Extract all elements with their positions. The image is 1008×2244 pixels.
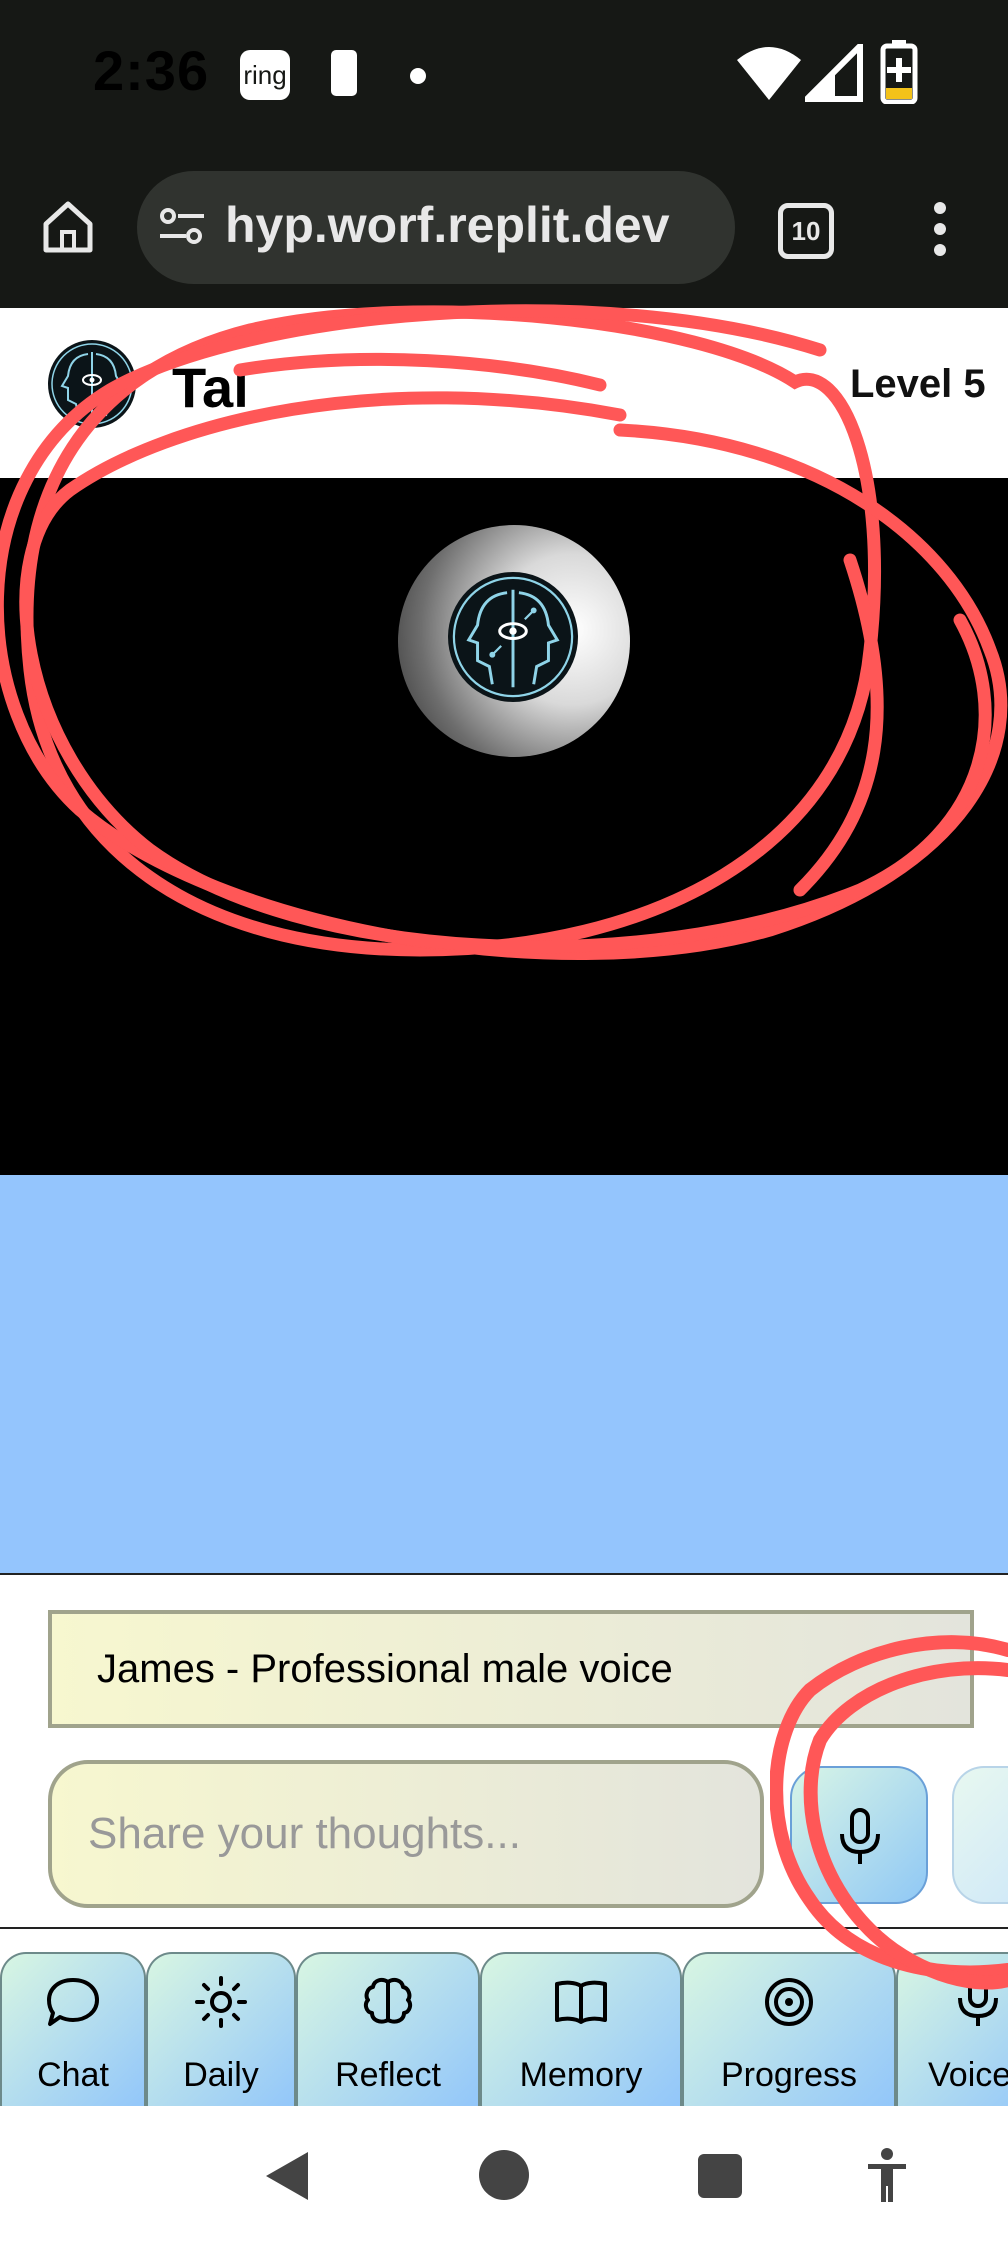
nav-chat[interactable]: Chat xyxy=(0,1952,146,2108)
overflow-menu-icon[interactable] xyxy=(928,200,952,258)
ring-app-icon: ring xyxy=(240,50,290,100)
notification-dot-icon xyxy=(410,68,426,84)
nav-label: Reflect xyxy=(335,2056,441,2094)
nav-reflect[interactable]: Reflect xyxy=(296,1952,480,2108)
brain-icon xyxy=(363,1977,413,2024)
battery-icon xyxy=(331,50,357,96)
recents-icon[interactable] xyxy=(698,2154,742,2198)
cell-signal-icon xyxy=(805,44,863,102)
home-icon[interactable] xyxy=(40,198,96,254)
nav-label: Memory xyxy=(519,2056,643,2094)
nav-label: Voice xyxy=(928,2056,1008,2094)
message-input[interactable] xyxy=(48,1760,764,1908)
nav-label: Daily xyxy=(183,2056,259,2094)
tab-switcher-button[interactable]: 10 xyxy=(778,203,834,259)
wifi-icon xyxy=(737,47,801,100)
nav-daily[interactable]: Daily xyxy=(146,1952,296,2108)
site-settings-icon[interactable] xyxy=(158,206,206,246)
red-scribble-annotation xyxy=(770,1635,1008,1990)
book-icon xyxy=(555,1980,607,2024)
red-scribble-annotation xyxy=(0,304,1008,960)
accessibility-icon[interactable] xyxy=(866,2148,908,2204)
battery-charging-icon xyxy=(880,40,918,104)
nav-memory[interactable]: Memory xyxy=(480,1952,682,2108)
nav-label: Progress xyxy=(720,2056,858,2094)
voice-select-value: James - Professional male voice xyxy=(97,1647,673,1691)
sun-icon xyxy=(195,1976,247,2028)
nav-label: Chat xyxy=(37,2056,109,2094)
back-icon[interactable] xyxy=(262,2150,310,2202)
chat-bubble-icon xyxy=(47,1978,99,2026)
status-time: 2:36 xyxy=(93,39,210,102)
home-circle-icon[interactable] xyxy=(478,2149,530,2201)
url-text: hyp.worf.replit.dev xyxy=(225,197,670,253)
